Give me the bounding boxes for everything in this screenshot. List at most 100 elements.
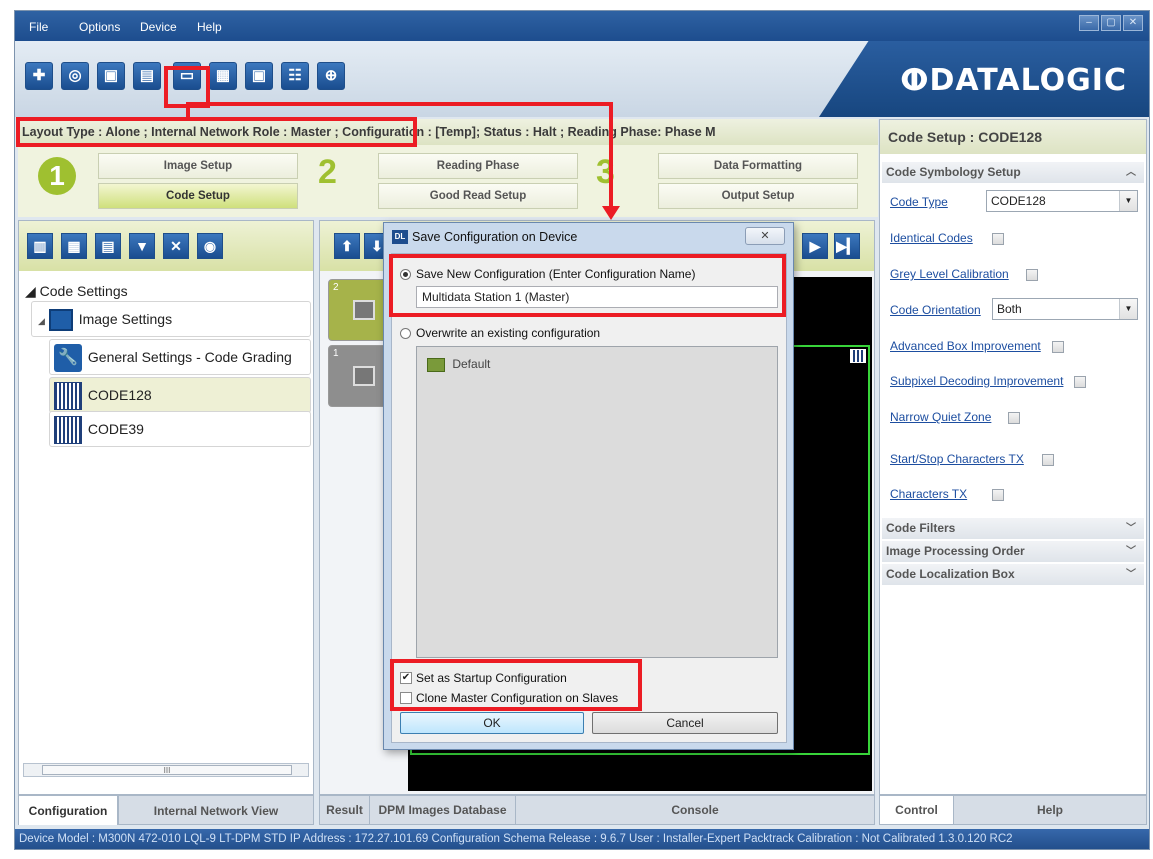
section-label: Code Symbology Setup — [886, 165, 1021, 179]
grey-level-calibration-label[interactable]: Grey Level Calibration — [890, 267, 1009, 281]
code-type-label[interactable]: Code Type — [890, 195, 948, 209]
tree-code128[interactable]: CODE128 — [49, 377, 311, 413]
menu-bar: File Options Device Help – ▢ ✕ — [15, 11, 1149, 41]
right-tabs: Control Help — [879, 795, 1147, 825]
existing-configurations-list[interactable]: Default — [416, 346, 778, 658]
tab-control[interactable]: Control — [880, 796, 954, 824]
annotation-layout-highlight — [16, 117, 417, 147]
good-read-setup-button[interactable]: Good Read Setup — [378, 183, 578, 209]
up-arrow-icon[interactable]: ⬆ — [334, 233, 360, 259]
start-stop-characters-checkbox[interactable] — [1042, 454, 1054, 466]
overwrite-radio[interactable] — [400, 328, 411, 339]
tab-help[interactable]: Help — [954, 796, 1146, 824]
code-localization-box-section[interactable]: Code Localization Box ﹀ — [882, 564, 1144, 585]
tab-result[interactable]: Result — [320, 796, 370, 824]
image-processing-order-section[interactable]: Image Processing Order ﹀ — [882, 541, 1144, 562]
menu-file[interactable]: File — [29, 20, 48, 34]
barcode-icon — [54, 416, 82, 445]
chevron-down-icon[interactable]: ﹀ — [1126, 518, 1136, 539]
image-icon — [48, 309, 73, 332]
identical-codes-label[interactable]: Identical Codes — [890, 231, 973, 245]
step-forward-icon[interactable]: ▶▎ — [834, 233, 860, 259]
window-controls: – ▢ ✕ — [1079, 15, 1143, 31]
close-icon[interactable]: ✕ — [1123, 15, 1143, 31]
target-icon[interactable]: ✚ — [25, 62, 53, 90]
data-formatting-button[interactable]: Data Formatting — [658, 153, 858, 179]
step-1-badge: 1 — [38, 157, 76, 195]
barcode-icon[interactable]: ▥ — [27, 233, 53, 259]
go-online-icon[interactable]: ▣ — [97, 62, 125, 90]
menu-options[interactable]: Options — [79, 20, 120, 34]
image-setup-button[interactable]: Image Setup — [98, 153, 298, 179]
code-filters-section[interactable]: Code Filters ﹀ — [882, 518, 1144, 539]
horizontal-scrollbar[interactable]: III — [23, 763, 309, 777]
tree-code-settings[interactable]: ◢ Code Settings — [25, 283, 128, 300]
minimize-icon[interactable]: – — [1079, 15, 1099, 31]
start-stop-characters-label[interactable]: Start/Stop Characters TX — [890, 452, 1024, 466]
monitor-icon[interactable]: ☷ — [281, 62, 309, 90]
code-orientation-label[interactable]: Code Orientation — [890, 303, 981, 317]
characters-tx-checkbox[interactable] — [992, 489, 1004, 501]
tree-image-settings[interactable]: ◢ Image Settings — [31, 301, 311, 337]
code-symbology-section[interactable]: Code Symbology Setup ︿ — [882, 162, 1144, 183]
menu-help[interactable]: Help — [197, 20, 222, 34]
image-icon — [353, 300, 375, 320]
dialog-close-button[interactable]: ✕ — [745, 227, 785, 245]
menu-device[interactable]: Device — [140, 20, 177, 34]
chevron-down-icon[interactable]: ▼ — [1119, 299, 1137, 319]
tree-image-settings-label: Image Settings — [78, 311, 173, 327]
chevron-down-icon[interactable]: ▼ — [1119, 191, 1137, 211]
tree-general-settings[interactable]: 🔧 General Settings - Code Grading — [49, 339, 311, 375]
center-tabs: Result DPM Images Database Console — [319, 795, 875, 825]
tab-console[interactable]: Console — [516, 796, 874, 824]
dialog-title: Save Configuration on Device — [412, 230, 578, 244]
cancel-button[interactable]: Cancel — [592, 712, 778, 734]
advanced-box-improvement-checkbox[interactable] — [1052, 341, 1064, 353]
left-tabs: Configuration Internal Network View — [18, 795, 314, 825]
filter-icon[interactable]: ▼ — [129, 233, 155, 259]
collapse-icon[interactable]: ◢ — [38, 316, 45, 326]
chevron-down-icon[interactable]: ﹀ — [1126, 564, 1136, 585]
delete-icon[interactable]: ✕ — [163, 233, 189, 259]
maximize-icon[interactable]: ▢ — [1101, 15, 1121, 31]
barcode-icon — [850, 349, 866, 363]
code-setup-button[interactable]: Code Setup — [98, 183, 298, 209]
list-item-label: Default — [452, 357, 491, 371]
chevron-up-icon[interactable]: ︿ — [1126, 162, 1136, 183]
code-type-select[interactable]: CODE128 ▼ — [986, 190, 1138, 212]
output-setup-button[interactable]: Output Setup — [658, 183, 858, 209]
qr-code-icon[interactable]: ▦ — [61, 233, 87, 259]
grey-level-calibration-checkbox[interactable] — [1026, 269, 1038, 281]
save-on-device-icon[interactable]: ▤ — [133, 62, 161, 90]
ok-button[interactable]: OK — [400, 712, 584, 734]
thumbnail-number: 2 — [333, 282, 339, 293]
dpm-code-icon[interactable]: ▤ — [95, 233, 121, 259]
code-orientation-select[interactable]: Both ▼ — [992, 298, 1138, 320]
crosshair-icon[interactable]: ⊕ — [317, 62, 345, 90]
narrow-quiet-zone-label[interactable]: Narrow Quiet Zone — [890, 410, 991, 424]
list-item[interactable]: Default — [427, 357, 490, 372]
reading-phase-button[interactable]: Reading Phase — [378, 153, 578, 179]
tree-code39[interactable]: CODE39 — [49, 411, 311, 447]
tab-internal-network-view[interactable]: Internal Network View — [118, 795, 314, 825]
section-label: Code Filters — [886, 521, 956, 535]
tree-code128-label: CODE128 — [87, 387, 152, 403]
characters-tx-label[interactable]: Characters TX — [890, 487, 967, 501]
subpixel-decoding-label[interactable]: Subpixel Decoding Improvement — [890, 374, 1063, 388]
subpixel-decoding-checkbox[interactable] — [1074, 376, 1086, 388]
save-to-pc-icon[interactable]: ▦ — [209, 62, 237, 90]
autolearn-icon[interactable]: ◉ — [197, 233, 223, 259]
tab-dpm-images-database[interactable]: DPM Images Database — [370, 796, 516, 824]
chevron-down-icon[interactable]: ﹀ — [1126, 541, 1136, 562]
section-label: Code Localization Box — [886, 567, 1015, 581]
identical-codes-checkbox[interactable] — [992, 233, 1004, 245]
narrow-quiet-zone-checkbox[interactable] — [1008, 412, 1020, 424]
annotation-connector — [186, 105, 190, 119]
advanced-box-improvement-label[interactable]: Advanced Box Improvement — [890, 339, 1041, 353]
play-icon[interactable]: ▶ — [802, 233, 828, 259]
tab-configuration[interactable]: Configuration — [18, 795, 118, 825]
device-icon[interactable]: ▣ — [245, 62, 273, 90]
camera-icon[interactable]: ◎ — [61, 62, 89, 90]
scroll-thumb[interactable]: III — [42, 765, 292, 775]
status-bar: Device Model : M300N 472-010 LQL-9 LT-DP… — [15, 829, 1149, 849]
